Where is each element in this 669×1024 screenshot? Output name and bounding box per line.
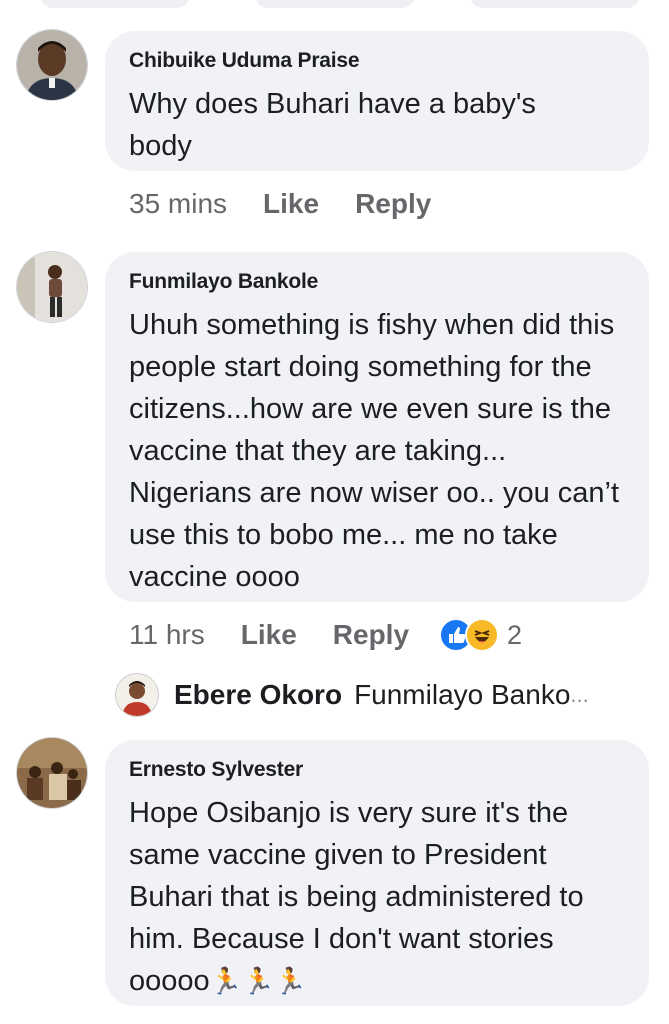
comment-text: Hope Osibanjo is very sure it's the same… [129, 792, 634, 1003]
comment-bubble: Ernesto Sylvester Hope Osibanjo is very … [105, 740, 649, 1006]
reply-ellipsis: ... [570, 682, 589, 707]
like-button[interactable]: Like [241, 619, 297, 651]
comment-timestamp[interactable]: 11 hrs [129, 619, 205, 651]
reaction-summary[interactable]: 2 [439, 618, 522, 652]
person-avatar-icon [17, 252, 87, 322]
comment-bubble: Chibuike Uduma Praise Why does Buhari ha… [105, 31, 649, 171]
comment-timestamp[interactable]: 35 mins [129, 188, 227, 220]
previous-action-stub [470, 0, 640, 8]
reply-preview[interactable]: Ebere Okoro Funmilayo Banko ... [116, 674, 589, 716]
comment-author[interactable]: Ernesto Sylvester [129, 758, 625, 782]
comment-actions: 35 mins Like Reply [129, 188, 467, 220]
reply-button[interactable]: Reply [355, 188, 431, 220]
person-avatar-icon [17, 30, 87, 100]
like-button[interactable]: Like [263, 188, 319, 220]
avatar[interactable] [17, 738, 87, 808]
comment-actions: 11 hrs Like Reply 2 [129, 618, 522, 652]
previous-action-stub [40, 0, 190, 8]
group-photo-icon [17, 738, 87, 808]
previous-action-stub [255, 0, 415, 8]
avatar[interactable] [17, 252, 87, 322]
comment-author[interactable]: Chibuike Uduma Praise [129, 49, 625, 73]
haha-reaction-icon [465, 618, 500, 652]
reply-button[interactable]: Reply [333, 619, 409, 651]
reply-author: Ebere Okoro [174, 679, 343, 710]
person-avatar-icon [116, 674, 158, 716]
reply-snippet: Funmilayo Banko [354, 679, 571, 710]
running-person-emoji-icon: 🏃🏃🏃 [209, 967, 307, 997]
comment-text: Uhuh something is fishy when did this pe… [129, 309, 620, 593]
comment-bubble: Funmilayo Bankole Uhuh something is fish… [105, 252, 649, 602]
comment-text-content: Hope Osibanjo is very sure it's the same… [129, 797, 584, 997]
reaction-count: 2 [507, 619, 523, 650]
comment-text: Why does Buhari have a baby's body [129, 88, 536, 162]
avatar[interactable] [17, 30, 87, 100]
comment-author[interactable]: Funmilayo Bankole [129, 270, 625, 294]
avatar [116, 674, 158, 716]
